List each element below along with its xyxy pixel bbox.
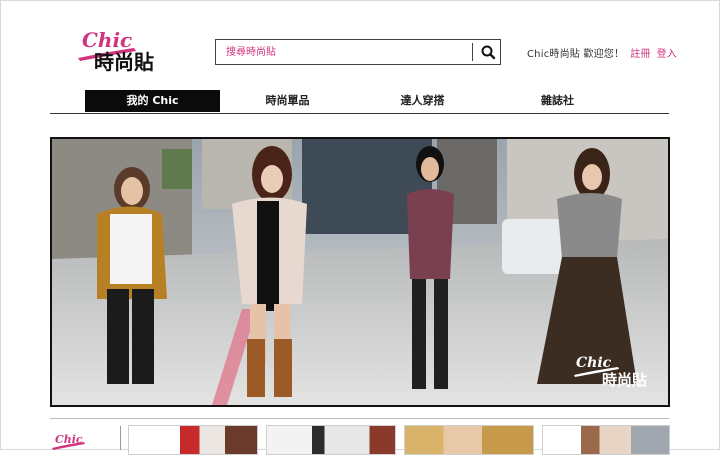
hero-logo-script: Chic [576,355,612,371]
search-input[interactable] [216,40,471,64]
nav-item-magazine[interactable]: 雜誌社 [490,90,625,112]
logo-script-text: Chic [82,28,132,52]
search-button[interactable] [478,43,498,61]
strip-logo-script: Chic [55,433,83,446]
thumbnail-1[interactable] [128,425,258,455]
thumbnail-2[interactable] [266,425,396,455]
thumbnail-4[interactable] [542,425,670,455]
search-box [215,39,501,65]
login-link[interactable]: 登入 [657,49,677,60]
strip-separator [120,426,121,450]
nav-item-fashion-items[interactable]: 時尚單品 [220,90,355,112]
strip-logo: Chic [52,432,102,452]
hero-banner[interactable]: Chic 時尚貼 [50,137,670,407]
register-link[interactable]: 註冊 [630,49,650,60]
hero-logo-chinese: 時尚貼 [602,371,647,389]
search-divider [472,43,473,61]
site-logo[interactable]: Chic 時尚貼 [76,24,176,76]
search-icon [481,45,496,60]
nav-item-expert-outfits[interactable]: 達人穿搭 [355,90,490,112]
account-area: Chic時尚貼 歡迎您！ 註冊 登入 [527,45,677,60]
main-nav: 我的 Chic 時尚單品 達人穿搭 雜誌社 [50,89,669,114]
logo-graphic: Chic 時尚貼 [78,28,154,74]
hero-overlay-logo: Chic 時尚貼 [572,351,654,391]
section-divider [50,418,669,419]
welcome-text: Chic時尚貼 歡迎您！ [527,49,625,60]
logo-chinese-text: 時尚貼 [94,50,154,74]
thumbnail-3[interactable] [404,425,534,455]
nav-item-my-chic[interactable]: 我的 Chic [85,90,220,112]
